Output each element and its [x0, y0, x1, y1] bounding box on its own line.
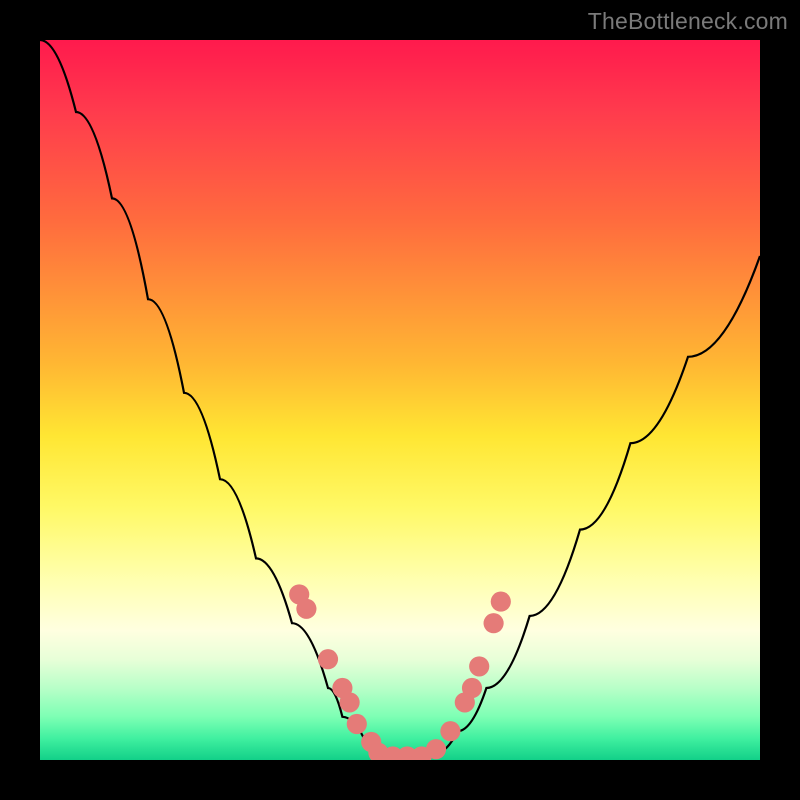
bottleneck-plot: [40, 40, 760, 760]
watermark: TheBottleneck.com: [588, 8, 788, 35]
